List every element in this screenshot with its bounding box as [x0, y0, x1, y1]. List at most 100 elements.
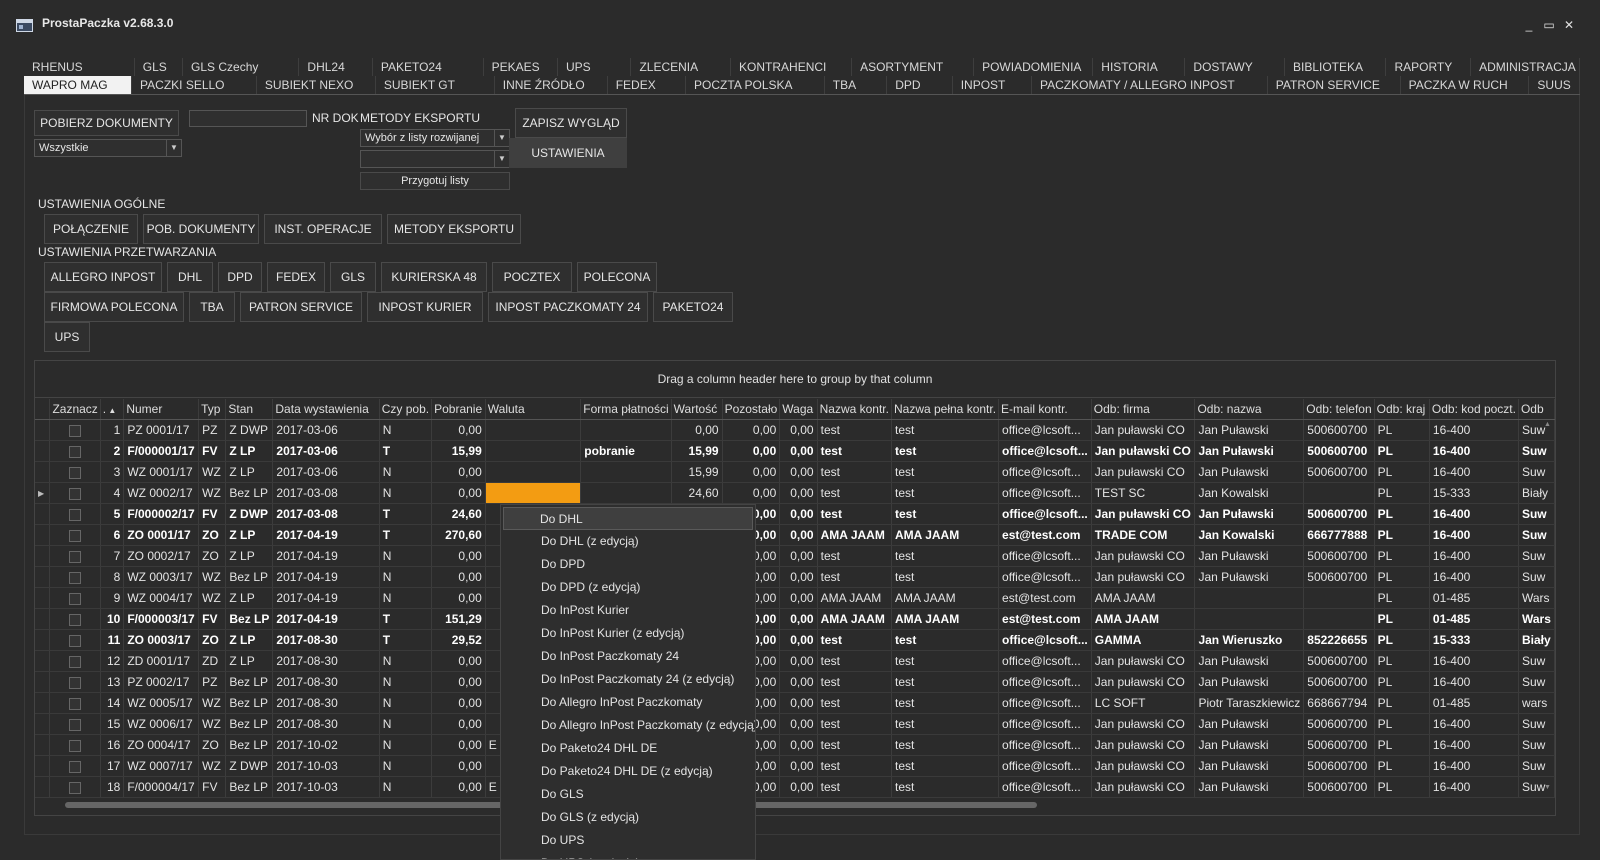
menu-item-do-gls[interactable]: Do GLS [501, 783, 755, 806]
cell-waga[interactable]: 0,00 [779, 503, 818, 525]
dhl-settings-button[interactable]: DHL [167, 262, 213, 292]
cell-data[interactable]: 2017-10-02 [272, 734, 380, 756]
tab-subiekt-nexo[interactable]: SUBIEKT NEXO [257, 76, 376, 94]
cell-waga[interactable]: 0,00 [779, 482, 818, 504]
table-row[interactable]: 13 PZ 0002/17 PZ Bez LP 2017-08-30 N 0,00 0,00 0… [35, 671, 1556, 693]
column-header-waga[interactable]: Waga [779, 399, 818, 420]
cell-pob[interactable]: N [379, 776, 433, 798]
cell-waga[interactable]: 0,00 [779, 776, 818, 798]
cell-kod[interactable]: 15-333 [1429, 482, 1519, 504]
cell-pelna[interactable]: test [891, 692, 1000, 714]
cell-pobranie[interactable]: 0,00 [431, 692, 486, 714]
cell-tel[interactable] [1303, 587, 1375, 609]
tab-asortyment[interactable]: ASORTYMENT [852, 58, 975, 76]
cell-stan[interactable]: Z LP [225, 440, 274, 462]
cell-firma[interactable]: Jan puławski CO [1091, 419, 1196, 441]
cell-n[interactable]: 15 [100, 713, 125, 735]
cell-email[interactable]: office@lcsoft... [998, 713, 1092, 735]
cell-nazwa[interactable]: Jan Puławski [1194, 461, 1305, 483]
cell-typ[interactable]: FV [198, 776, 227, 798]
cell-nazwa[interactable]: Jan Kowalski [1194, 482, 1305, 504]
cell-wartosc[interactable]: 24,60 [671, 482, 723, 504]
tab-dpd[interactable]: DPD [887, 76, 953, 94]
cell-stan[interactable]: Z LP [225, 650, 274, 672]
menu-item-do-allegro-inpost-paczkomaty-z-edycja[interactable]: Do Allegro InPost Paczkomaty (z edycją) [501, 714, 755, 737]
cell-waga[interactable]: 0,00 [779, 524, 818, 546]
cell-pozostalo[interactable]: 0,00 [722, 440, 781, 462]
cell-kod[interactable]: 16-400 [1429, 503, 1519, 525]
row-checkbox[interactable] [69, 424, 82, 437]
cell-pobranie[interactable]: 29,52 [431, 629, 486, 651]
cell-pob[interactable]: N [379, 692, 433, 714]
cell-num[interactable]: WZ 0004/17 [123, 587, 200, 609]
cell-tel[interactable]: 500600700 [1303, 461, 1375, 483]
dpd-settings-button[interactable]: DPD [218, 262, 262, 292]
cell-kod[interactable]: 16-400 [1429, 671, 1519, 693]
row-checkbox[interactable] [69, 466, 82, 479]
table-row[interactable]: 7 ZO 0002/17 ZO Z LP 2017-04-19 N 0,00 0,00 0,00… [35, 545, 1556, 567]
cell-kraj[interactable]: PL [1374, 419, 1430, 441]
tab-dhl24[interactable]: DHL24 [299, 58, 373, 76]
cell-kraj[interactable]: PL [1374, 692, 1430, 714]
cell-email[interactable]: office@lcsoft... [998, 755, 1092, 777]
cell-n[interactable]: 2 [100, 440, 125, 462]
cell-waga[interactable]: 0,00 [779, 755, 818, 777]
menu-item-do-inpost-kurier-z-edycja[interactable]: Do InPost Kurier (z edycją) [501, 622, 755, 645]
cell-tel[interactable]: 500600700 [1303, 755, 1375, 777]
cell-pobranie[interactable]: 24,60 [431, 503, 486, 525]
cell-pelna[interactable]: test [891, 671, 1000, 693]
menu-item-do-paketo24-dhl-de[interactable]: Do Paketo24 DHL DE [501, 737, 755, 760]
cell-firma[interactable]: AMA JAAM [1091, 587, 1196, 609]
cell-pob[interactable]: N [379, 755, 433, 777]
table-row[interactable]: 17 WZ 0007/17 WZ Z DWP 2017-10-03 N 0,00 0,00 0,… [35, 755, 1556, 777]
tab-suus[interactable]: SUUS [1529, 76, 1580, 94]
column-header-wartosc[interactable]: Wartość [671, 399, 723, 420]
cell-kraj[interactable]: PL [1374, 503, 1430, 525]
cell-typ[interactable]: FV [198, 608, 227, 630]
cell-pob[interactable]: N [379, 734, 433, 756]
cell-num[interactable]: PZ 0002/17 [123, 671, 200, 693]
cell-data[interactable]: 2017-10-03 [272, 755, 380, 777]
cell-firma[interactable]: Jan puławski CO [1091, 503, 1196, 525]
cell-pob[interactable]: T [379, 524, 433, 546]
column-header-forma-platnosci[interactable]: Forma płatności [580, 399, 672, 420]
ups-settings-button[interactable]: UPS [44, 322, 90, 352]
cell-email[interactable]: est@test.com [998, 587, 1092, 609]
cell-email[interactable]: office@lcsoft... [998, 629, 1092, 651]
cell-firma[interactable]: Jan puławski CO [1091, 713, 1196, 735]
cell-n[interactable]: 7 [100, 545, 125, 567]
cell-waga[interactable]: 0,00 [779, 461, 818, 483]
table-row[interactable]: 16 ZO 0004/17 ZO Bez LP 2017-10-02 N 0,00 E 0,00… [35, 734, 1556, 756]
tab-biblioteka[interactable]: BIBLIOTEKA [1285, 58, 1387, 76]
cell-pob[interactable]: N [379, 482, 433, 504]
column-header-odb[interactable]: Odb [1518, 399, 1556, 420]
row-checkbox[interactable] [69, 487, 82, 500]
cell-waluta[interactable] [485, 440, 582, 462]
cell-pobranie[interactable]: 0,00 [431, 776, 486, 798]
cell-tel[interactable]: 500600700 [1303, 545, 1375, 567]
tab-raporty[interactable]: RAPORTY [1386, 58, 1472, 76]
cell-waga[interactable]: 0,00 [779, 671, 818, 693]
close-button[interactable]: ✕ [1560, 18, 1578, 32]
cell-tel[interactable]: 500600700 [1303, 440, 1375, 462]
menu-item-do-dpd[interactable]: Do DPD [501, 553, 755, 576]
cell-kontr[interactable]: test [817, 482, 892, 504]
cell-pob[interactable]: N [379, 566, 433, 588]
column-header-zaznacz[interactable]: Zaznacz [49, 399, 101, 420]
cell-num[interactable]: F/000002/17 [123, 503, 200, 525]
cell-kraj[interactable]: PL [1374, 755, 1430, 777]
cell-stan[interactable]: Z DWP [225, 503, 274, 525]
filter-select[interactable]: Wszystkie ▼ [34, 139, 182, 157]
cell-stan[interactable]: Bez LP [225, 671, 274, 693]
tab-kontrahenci[interactable]: KONTRAHENCI [731, 58, 853, 76]
scroll-up-icon[interactable]: ▲ [1544, 421, 1551, 428]
cell-kraj[interactable]: PL [1374, 713, 1430, 735]
cell-tel[interactable]: 500600700 [1303, 650, 1375, 672]
menu-item-do-dhl-z-edycja[interactable]: Do DHL (z edycją) [501, 530, 755, 553]
cell-n[interactable]: 11 [100, 629, 125, 651]
cell-num[interactable]: WZ 0003/17 [123, 566, 200, 588]
cell-email[interactable]: office@lcsoft... [998, 440, 1092, 462]
row-checkbox[interactable] [69, 592, 82, 605]
cell-n[interactable]: 8 [100, 566, 125, 588]
cell-pelna[interactable]: test [891, 503, 1000, 525]
